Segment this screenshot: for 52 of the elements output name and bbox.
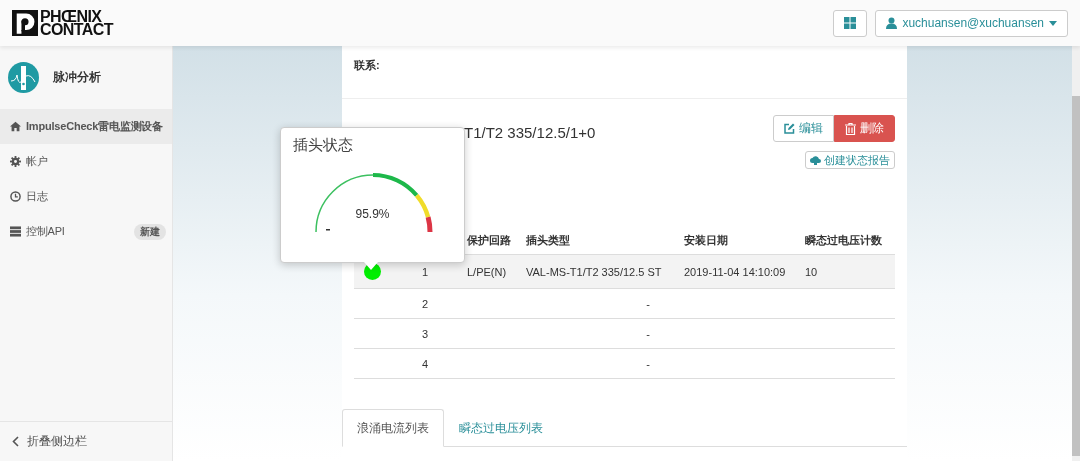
table-cell-text: 3: [421, 327, 430, 340]
logo-text: PHŒNIX: [40, 10, 102, 23]
cloud-upload-icon: [810, 155, 821, 165]
device-title: T1/T2 335/12.5/1+0: [464, 124, 596, 141]
server-icon: [10, 226, 21, 237]
home-icon: [10, 121, 21, 132]
table-cell-text: -: [645, 327, 651, 340]
column-header: 安装日期: [683, 233, 729, 248]
table-row[interactable]: 3 -: [354, 319, 895, 349]
apps-button[interactable]: [833, 9, 868, 37]
table-row[interactable]: 2 -: [354, 289, 895, 319]
app-logo-icon: [8, 62, 39, 93]
column-header: 瞬态过电压计数: [804, 233, 883, 248]
tab[interactable]: 浪涌电流列表: [342, 409, 444, 447]
logo-icon: [12, 10, 38, 36]
table-row[interactable]: 4 -: [354, 349, 895, 379]
sidebar-item[interactable]: 帐户: [0, 144, 172, 179]
table-cell-text: L/PE(N): [466, 265, 508, 278]
trash-icon: [845, 122, 856, 135]
tab[interactable]: 瞬态过电压列表: [444, 409, 558, 447]
sidebar-item[interactable]: 控制API 新建: [0, 214, 172, 249]
gear-icon: [10, 156, 21, 167]
table-cell-text: 4: [421, 357, 430, 370]
edit-icon: [784, 123, 795, 134]
logo-text: CONTACT: [40, 23, 113, 36]
chevron-left-icon: [12, 436, 19, 447]
create-report-button[interactable]: 创建状态报告: [805, 151, 895, 169]
table-cell-text: 2019-11-04 14:10:09: [683, 265, 787, 278]
delete-button[interactable]: 删除: [834, 115, 895, 142]
sidebar-item[interactable]: ImpulseCheck雷电监测设备: [0, 109, 172, 144]
table-cell-text: 10: [804, 265, 819, 278]
popover-title: 插头状态: [293, 136, 353, 153]
scrollbar[interactable]: [1072, 46, 1080, 461]
edit-button[interactable]: 编辑: [773, 115, 834, 142]
caret-icon: [1049, 20, 1057, 26]
table-cell-text: -: [645, 297, 651, 310]
grid-icon: [844, 17, 857, 29]
sidebar-item[interactable]: 日志: [0, 179, 172, 214]
user-icon: [886, 17, 898, 29]
new-badge: 新建: [134, 223, 166, 240]
table-cell-text: 2: [421, 297, 430, 310]
user-menu-button[interactable]: xuchuansen@xuchuansen: [875, 9, 1068, 37]
highlighted-table-row[interactable]: 1 L/PE(N) VAL-MS-T1/T2 335/12.5 ST 2019-11-04 14:10:09 10: [354, 255, 895, 289]
clock-icon: [10, 191, 21, 202]
app-name: 脉冲分析: [53, 69, 101, 86]
table-cell-text: -: [645, 357, 651, 370]
table-cell-text: 1: [421, 265, 430, 278]
contact-label: 联系:: [354, 59, 380, 71]
column-header: 插头类型: [525, 233, 571, 248]
column-header: 保护回路: [466, 233, 512, 248]
table-cell-text: VAL-MS-T1/T2 335/12.5 ST: [525, 265, 663, 278]
gauge-reading: 95.9%: [355, 207, 390, 221]
